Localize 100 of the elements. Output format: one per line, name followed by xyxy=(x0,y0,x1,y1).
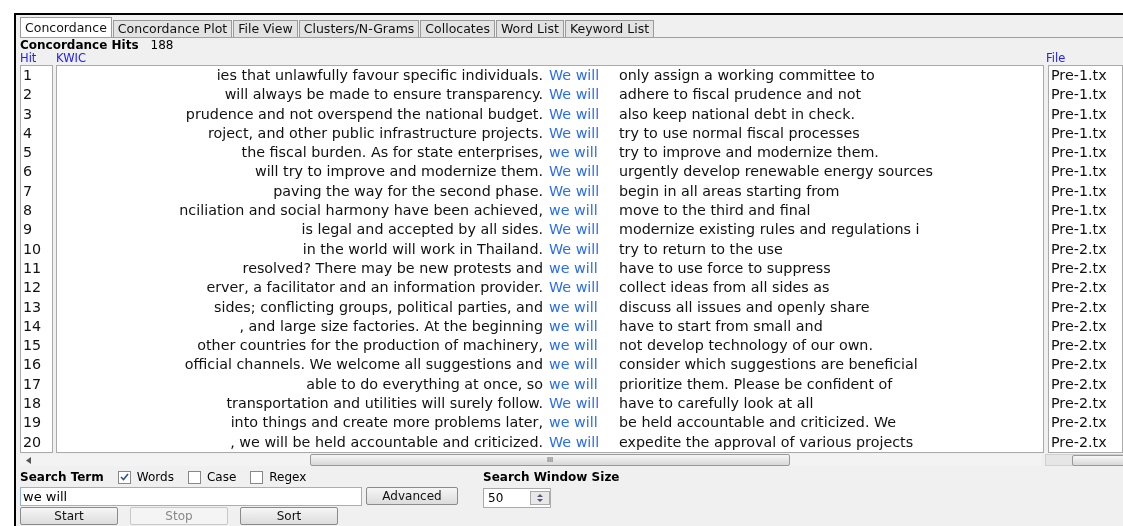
search-term-hit: we will xyxy=(548,374,599,394)
window-size-spinner[interactable]: 50 xyxy=(483,488,551,508)
checkbox[interactable] xyxy=(117,470,131,484)
scroll-left-icon[interactable] xyxy=(26,456,31,464)
hits-count: 188 xyxy=(150,38,174,52)
search-term-hit: we will xyxy=(548,258,599,278)
hit-number: 12 xyxy=(22,278,43,298)
file-name: Pre-2.tx xyxy=(1050,316,1108,336)
hit-number: 2 xyxy=(22,85,34,105)
action-button[interactable]: Start xyxy=(20,507,118,525)
file-name: Pre-1.tx xyxy=(1050,162,1108,182)
left-context: prudence and not overspend the national budget. xyxy=(184,104,543,124)
search-term-hit: We will xyxy=(548,432,601,452)
hit-number: 8 xyxy=(22,201,34,221)
search-term-hit: we will xyxy=(548,336,599,356)
left-context: the fiscal burden. As for state enterprises, xyxy=(240,143,543,163)
left-context: is legal and accepted by all sides. xyxy=(300,220,543,240)
search-term-hit: We will xyxy=(548,181,601,201)
right-context: only assign a working committee to xyxy=(619,66,875,85)
tab[interactable]: File View xyxy=(233,20,298,37)
file-name: Pre-2.tx xyxy=(1050,278,1108,298)
hit-number: 6 xyxy=(22,162,34,182)
file-name: Pre-1.tx xyxy=(1050,143,1108,163)
checkbox[interactable] xyxy=(187,470,201,484)
right-context: prioritize them. Please be confident of xyxy=(619,374,893,394)
file-name: Pre-1.tx xyxy=(1050,201,1108,221)
hit-number: 3 xyxy=(22,104,34,124)
search-term-hit: we will xyxy=(548,316,599,336)
file-name: Pre-1.tx xyxy=(1050,66,1108,85)
left-context: in the world will work in Thailand. xyxy=(301,239,543,259)
file-name: Pre-2.tx xyxy=(1050,432,1108,452)
right-context: modernize existing rules and regulations i xyxy=(619,220,920,240)
hit-number: 19 xyxy=(22,413,43,433)
left-context: transportation and utilities will surely follow. xyxy=(225,394,543,414)
search-field[interactable]: we will xyxy=(20,487,362,506)
tab[interactable]: Clusters/N-Grams xyxy=(298,20,420,37)
tab[interactable]: Keyword List xyxy=(564,20,655,37)
file-name: Pre-2.tx xyxy=(1050,355,1108,375)
hit-number: 11 xyxy=(22,258,43,278)
column-header[interactable]: Hit xyxy=(20,52,56,65)
hits-label: Concordance Hits xyxy=(20,38,139,52)
search-term-label: Search Term xyxy=(20,470,104,484)
search-term-hit: we will xyxy=(548,297,599,317)
tab[interactable]: Collocates xyxy=(420,20,495,37)
search-term-hit: We will xyxy=(548,104,601,124)
window-size-label: Search Window Size xyxy=(483,470,620,484)
column-header[interactable]: File xyxy=(1046,52,1066,65)
checkbox-label: Words xyxy=(136,470,174,484)
left-context: paving the way for the second phase. xyxy=(272,181,543,201)
right-context: urgently develop renewable energy sources xyxy=(619,162,933,182)
search-term-hit: We will xyxy=(548,162,601,182)
left-context: will try to improve and modernize them. xyxy=(253,162,543,182)
tab[interactable]: Concordance Plot xyxy=(112,20,233,37)
right-context: expedite the approval of various projects xyxy=(619,432,914,452)
right-context: have to start from small and xyxy=(619,316,823,336)
right-context: have to carefully look at all xyxy=(619,394,814,414)
search-term-hit: we will xyxy=(548,413,599,433)
search-term-hit: We will xyxy=(548,278,601,298)
file-name: Pre-2.tx xyxy=(1050,394,1108,414)
right-context: also keep national debt in check. xyxy=(619,104,856,124)
right-context: collect ideas from all sides as xyxy=(619,278,830,298)
search-term-hit: We will xyxy=(548,66,601,85)
left-context: resolved? There may be new protests and xyxy=(241,258,543,278)
file-name: Pre-1.tx xyxy=(1050,104,1108,124)
hit-number: 18 xyxy=(22,394,43,414)
left-context: roject, and other public infrastructure projects. xyxy=(207,123,543,143)
left-context: nciliation and social harmony have been achieved, xyxy=(178,201,543,221)
file-name: Pre-2.tx xyxy=(1050,258,1108,278)
horizontal-scrollbar[interactable] xyxy=(1045,454,1123,466)
left-context: into things and create more problems later, xyxy=(229,413,543,433)
column-header[interactable]: KWIC xyxy=(56,52,1046,65)
file-name: Pre-1.tx xyxy=(1050,220,1108,240)
right-context: try to return to the use xyxy=(619,239,783,259)
tab[interactable]: Word List xyxy=(495,20,564,37)
hit-number: 13 xyxy=(22,297,43,317)
search-term-hit: We will xyxy=(548,85,601,105)
action-button[interactable]: Sort xyxy=(240,507,338,525)
search-term-hit: we will xyxy=(548,143,599,163)
right-context: discuss all issues and openly share xyxy=(619,297,870,317)
checkbox-label: Case xyxy=(206,470,237,484)
right-context: try to use normal fiscal processes xyxy=(619,123,860,143)
file-name: Pre-1.tx xyxy=(1050,85,1108,105)
right-context: move to the third and final xyxy=(619,201,811,221)
spinner-arrows-icon[interactable] xyxy=(530,491,550,505)
file-name: Pre-2.tx xyxy=(1050,413,1108,433)
tab[interactable]: Concordance xyxy=(20,17,112,37)
search-term-hit: we will xyxy=(548,355,599,375)
hit-number: 14 xyxy=(22,316,43,336)
left-context: sides; conflicting groups, political parties, and xyxy=(213,297,543,317)
right-context: have to use force to suppress xyxy=(619,258,831,278)
left-context: , and large size factories. At the beginning xyxy=(238,316,543,336)
search-term-hit: We will xyxy=(548,394,601,414)
hit-number: 5 xyxy=(22,143,34,163)
left-context: , we will be held accountable and criticized. xyxy=(229,432,543,452)
checkbox[interactable] xyxy=(250,470,264,484)
hit-number: 16 xyxy=(22,355,43,375)
right-context: consider which suggestions are beneficial xyxy=(619,355,918,375)
checkbox-label: Regex xyxy=(269,470,307,484)
file-name: Pre-1.tx xyxy=(1050,123,1108,143)
advanced-button[interactable]: Advanced xyxy=(366,487,458,505)
